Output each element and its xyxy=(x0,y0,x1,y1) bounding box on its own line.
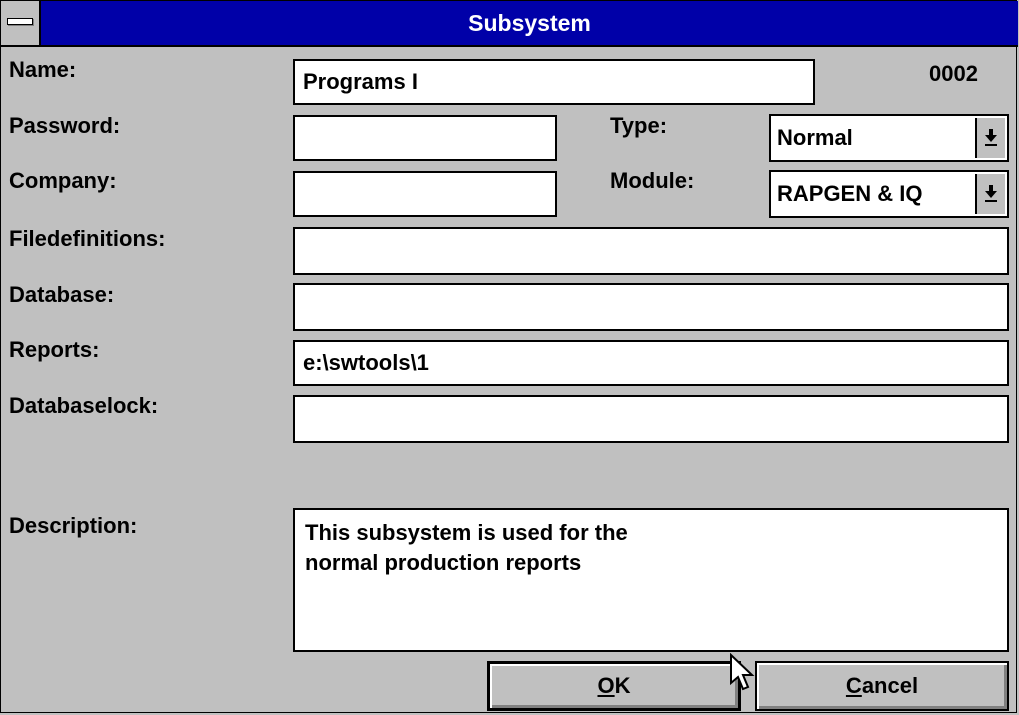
cancel-button[interactable]: Cancel xyxy=(755,661,1009,711)
type-value: Normal xyxy=(777,125,853,150)
name-field[interactable]: Programs I xyxy=(293,59,815,105)
ok-button-label: K xyxy=(614,673,631,698)
dropdown-arrow-icon xyxy=(985,129,997,146)
description-line: This subsystem is used for the xyxy=(305,520,628,545)
type-label: Type: xyxy=(610,113,668,138)
cancel-button-mnemonic: C xyxy=(845,673,862,698)
description-label: Description: xyxy=(9,513,138,538)
window-title: Subsystem xyxy=(468,10,591,36)
company-field[interactable] xyxy=(293,171,557,217)
name-label: Name: xyxy=(9,57,77,82)
filedefinitions-field[interactable] xyxy=(293,227,1009,275)
type-dropdown[interactable]: Normal xyxy=(769,114,1009,162)
dropdown-arrow-icon xyxy=(985,185,997,202)
database-field[interactable] xyxy=(293,283,1009,331)
filedefinitions-label: Filedefinitions: xyxy=(9,226,166,251)
password-field[interactable] xyxy=(293,115,557,161)
description-textarea[interactable]: This subsystem is used for the normal pr… xyxy=(293,508,1009,652)
system-menu-icon xyxy=(7,18,33,25)
module-dropdown-button[interactable] xyxy=(975,174,1005,214)
record-number: 0002 xyxy=(929,61,978,86)
databaselock-field[interactable] xyxy=(293,395,1009,443)
system-menu-button[interactable] xyxy=(1,1,41,45)
module-label: Module: xyxy=(610,168,695,193)
cancel-button-label: ancel xyxy=(861,673,919,698)
databaselock-label: Databaselock: xyxy=(9,393,159,418)
mouse-pointer-icon xyxy=(730,653,755,691)
title-bar: Subsystem xyxy=(1,1,1018,47)
module-dropdown[interactable]: RAPGEN & IQ xyxy=(769,170,1009,218)
reports-label: Reports: xyxy=(9,337,100,362)
company-label: Company: xyxy=(9,168,117,193)
password-label: Password: xyxy=(9,113,121,138)
ok-button[interactable]: OK xyxy=(487,661,741,711)
description-line: normal production reports xyxy=(305,550,582,575)
module-value: RAPGEN & IQ xyxy=(777,181,923,206)
type-dropdown-button[interactable] xyxy=(975,118,1005,158)
ok-button-mnemonic: O xyxy=(597,673,615,698)
subsystem-dialog: Subsystem Name: Programs I 0002 Password… xyxy=(0,0,1018,713)
reports-field[interactable]: e:\swtools\1 xyxy=(293,340,1009,386)
database-label: Database: xyxy=(9,282,115,307)
